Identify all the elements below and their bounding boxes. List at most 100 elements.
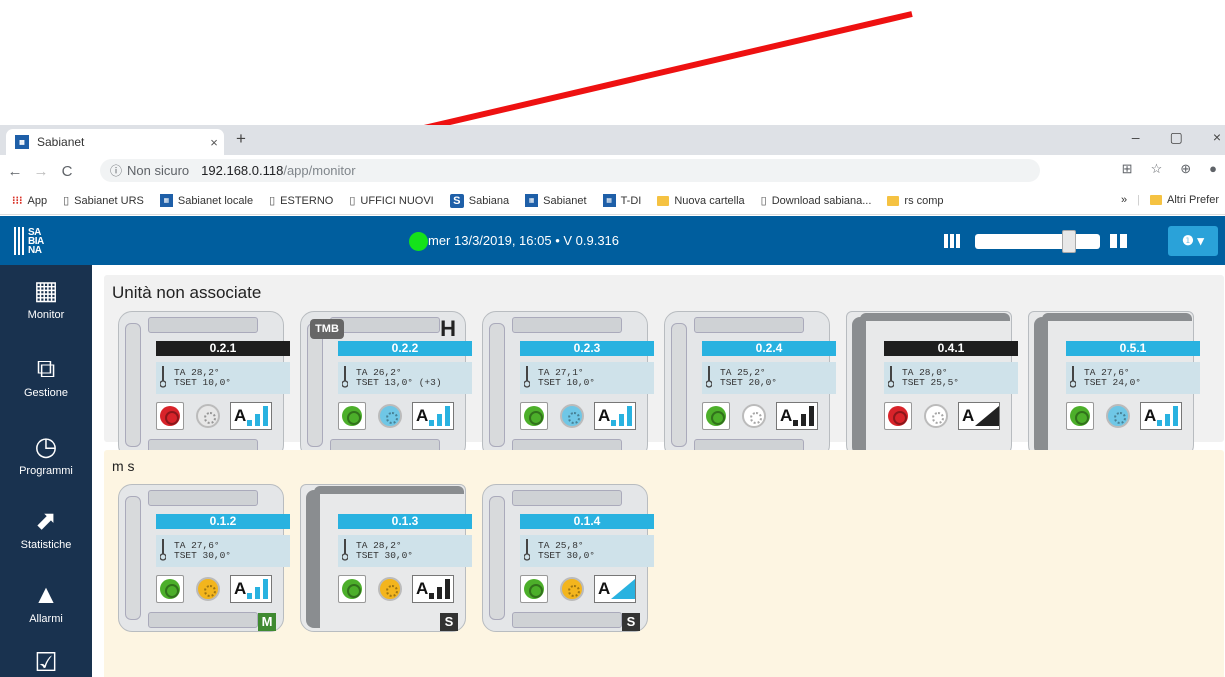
power-button[interactable] (338, 402, 366, 430)
bookmark-label: Altri Prefer (1167, 194, 1219, 206)
new-tab-button[interactable]: + (236, 129, 246, 149)
fan-speed-button[interactable]: A (230, 575, 272, 603)
unit-card[interactable]: 0.4.1 TA 28,0° TSET 25,5° A (846, 311, 1018, 459)
bookmark-rs-comp[interactable]: rs comp (887, 195, 944, 207)
sidebar-item-checkbox[interactable]: ☑ (0, 647, 92, 677)
fan-mode-icon[interactable] (378, 577, 402, 601)
fan-speed-button[interactable]: A (230, 402, 272, 430)
restore-button[interactable]: ▢ (1170, 129, 1183, 146)
fan-speed-button[interactable]: A (594, 575, 636, 603)
other-bookmarks[interactable]: Altri Prefer (1150, 194, 1219, 206)
unit-card[interactable]: 0.5.1 TA 27,6° TSET 24,0° A (1028, 311, 1200, 459)
browser-tab[interactable]: ▦ Sabianet × (6, 129, 224, 155)
bookmark-sabianet[interactable]: ▦ Sabianet (525, 194, 587, 207)
bookmark-nuova-cartella[interactable]: Nuova cartella (657, 195, 745, 207)
bookmarks-overflow: » | Altri Prefer (1121, 194, 1219, 206)
fan-mode-icon[interactable] (742, 404, 766, 428)
zoom-slider-thumb[interactable] (1062, 230, 1076, 253)
thermometer-icon (342, 539, 348, 561)
unit-top-vent (148, 317, 258, 333)
power-button[interactable] (156, 402, 184, 430)
fan-speed-button[interactable]: A (594, 402, 636, 430)
sabianet-favicon: ▦ (15, 135, 29, 149)
group-title: Unità non associate (112, 283, 262, 302)
power-button[interactable] (520, 575, 548, 603)
bookmark-sabianet-urs[interactable]: ▯ Sabianet URS (63, 194, 144, 208)
mode-badge: S (622, 613, 640, 631)
large-grid-icon[interactable] (1110, 234, 1127, 248)
bookmarks-bar: ⁝⁝⁝ App ▯ Sabianet URS ▦ Sabianet locale ▯ E… (0, 187, 1225, 215)
power-button[interactable] (1066, 402, 1094, 430)
speed-bars-icon (429, 579, 453, 599)
translate-icon[interactable]: ⊞ (1122, 161, 1133, 177)
more-bookmarks-button[interactable]: » (1121, 194, 1127, 206)
speed-letter: A (416, 579, 429, 598)
logo-text: SA BIA NA (28, 226, 44, 256)
power-button[interactable] (520, 402, 548, 430)
sidebar: ▦ Monitor ⧉ Gestione ◷ Programmi ⬈ Stati… (0, 265, 92, 677)
unit-card[interactable]: 0.2.1 TA 28,2° TSET 10,0° A (118, 311, 290, 459)
fan-mode-icon[interactable] (924, 404, 948, 428)
grid-icon: ▦ (33, 275, 59, 305)
unit-controls: A (520, 575, 654, 603)
sidebar-item-monitor[interactable]: ▦ Monitor (0, 275, 92, 321)
power-button[interactable] (338, 575, 366, 603)
bookmark-esterno[interactable]: ▯ ESTERNO (269, 194, 334, 208)
sidebar-item-label: Programmi (19, 465, 73, 477)
zoom-icon[interactable]: ⊕ (1180, 161, 1191, 177)
tab-close-icon[interactable]: × (204, 135, 224, 150)
back-button[interactable]: ← (4, 163, 26, 180)
fan-mode-icon[interactable] (378, 404, 402, 428)
small-grid-icon[interactable] (944, 234, 962, 248)
power-icon (160, 579, 180, 599)
fan-speed-button[interactable]: A (412, 402, 454, 430)
unit-card[interactable]: 0.1.4 TA 25,8° TSET 30,0° A S (482, 484, 654, 632)
zoom-slider[interactable] (975, 234, 1100, 249)
unit-card[interactable]: 0.2.3 TA 27,1° TSET 10,0° A (482, 311, 654, 459)
tset-reading: TSET 10,0° (174, 377, 232, 388)
unit-card[interactable]: 0.2.4 TA 25,2° TSET 20,0° A (664, 311, 836, 459)
forward-button[interactable]: → (30, 163, 52, 180)
sidebar-item-allarmi[interactable]: ▲ Allarmi (0, 579, 92, 625)
window-controls: – ▢ × (1132, 129, 1225, 146)
bookmark-sabiana[interactable]: S Sabiana (449, 193, 509, 208)
bookmark-t-di[interactable]: ▦ T-DI (602, 194, 641, 207)
speed-bars-icon (247, 579, 271, 599)
fan-mode-icon[interactable] (196, 404, 220, 428)
fan-mode-icon[interactable] (560, 577, 584, 601)
minimize-button[interactable]: – (1132, 129, 1140, 146)
sidebar-item-gestione[interactable]: ⧉ Gestione (0, 353, 92, 399)
sidebar-item-programmi[interactable]: ◷ Programmi (0, 431, 92, 477)
bookmark-label: ESTERNO (280, 194, 334, 207)
fan-mode-icon[interactable] (1106, 404, 1130, 428)
speed-letter: A (234, 406, 247, 425)
power-button[interactable] (156, 575, 184, 603)
fan-speed-button[interactable]: A (776, 402, 818, 430)
unit-top-vent (148, 490, 258, 506)
sidebar-item-statistiche[interactable]: ⬈ Statistiche (0, 505, 92, 551)
star-icon[interactable]: ☆ (1151, 161, 1163, 177)
unit-card[interactable]: TMB H 0.2.2 TA 26,2° TSET 13,0° (+3) A (300, 311, 472, 459)
reload-button[interactable]: C (56, 163, 78, 180)
fan-mode-icon[interactable] (196, 577, 220, 601)
bookmark-download-sabiana[interactable]: ▯ Download sabiana... (761, 194, 872, 208)
fan-speed-button[interactable]: A (412, 575, 454, 603)
profile-icon[interactable]: ● (1209, 161, 1217, 177)
close-window-button[interactable]: × (1213, 129, 1221, 146)
thermometer-icon (706, 366, 712, 388)
power-button[interactable] (884, 402, 912, 430)
fan-speed-button[interactable]: A (958, 402, 1000, 430)
fan-speed-button[interactable]: A (1140, 402, 1182, 430)
bookmark-sabianet-locale[interactable]: ▦ Sabianet locale (159, 194, 253, 207)
info-icon[interactable]: ⓘ (110, 162, 122, 179)
address-bar[interactable]: ⓘ Non sicuro 192.168.0.118/app/monitor (100, 159, 1040, 182)
bookmark-uffici-nuovi[interactable]: ▯ UFFICI NUOVI (349, 194, 433, 208)
unit-left-handle (489, 496, 505, 620)
bookmark-app[interactable]: ⁝⁝⁝ App (12, 194, 47, 208)
unit-card[interactable]: 0.1.2 TA 27,6° TSET 30,0° A M (118, 484, 290, 632)
speed-bars-icon (793, 406, 817, 426)
fan-mode-icon[interactable] (560, 404, 584, 428)
power-button[interactable] (702, 402, 730, 430)
info-menu-button[interactable]: ❶ ▾ (1168, 226, 1218, 256)
unit-card[interactable]: 0.1.3 TA 28,2° TSET 30,0° A S (300, 484, 472, 632)
